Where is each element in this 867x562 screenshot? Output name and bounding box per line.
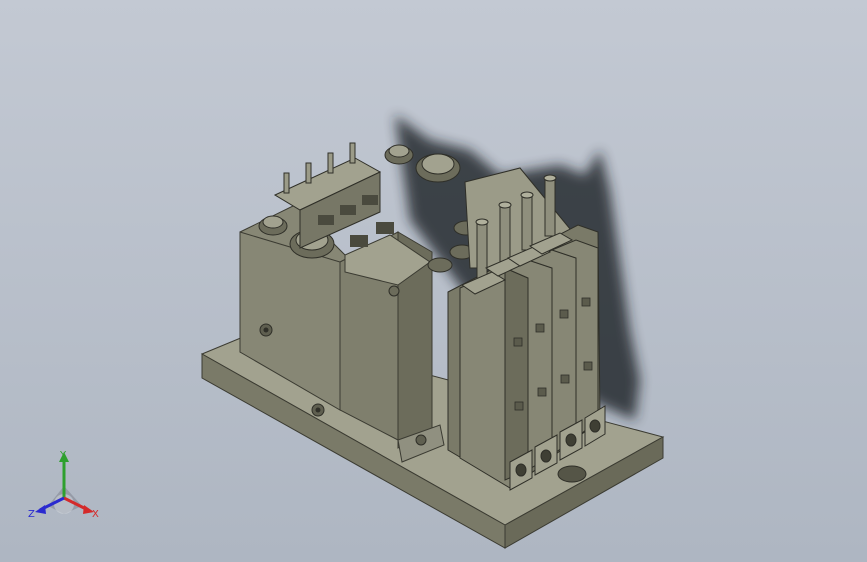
- screw-head: [388, 285, 400, 297]
- cad-model[interactable]: [0, 0, 867, 562]
- orientation-triad[interactable]: Y X Z: [26, 448, 106, 523]
- x-axis-label: X: [92, 509, 99, 520]
- y-axis-label: Y: [59, 450, 67, 461]
- z-axis-label: Z: [28, 509, 35, 520]
- 3d-viewport[interactable]: Y X Z: [0, 0, 867, 562]
- mount-hole: [557, 465, 587, 483]
- z-axis-arrow-icon: [35, 505, 46, 514]
